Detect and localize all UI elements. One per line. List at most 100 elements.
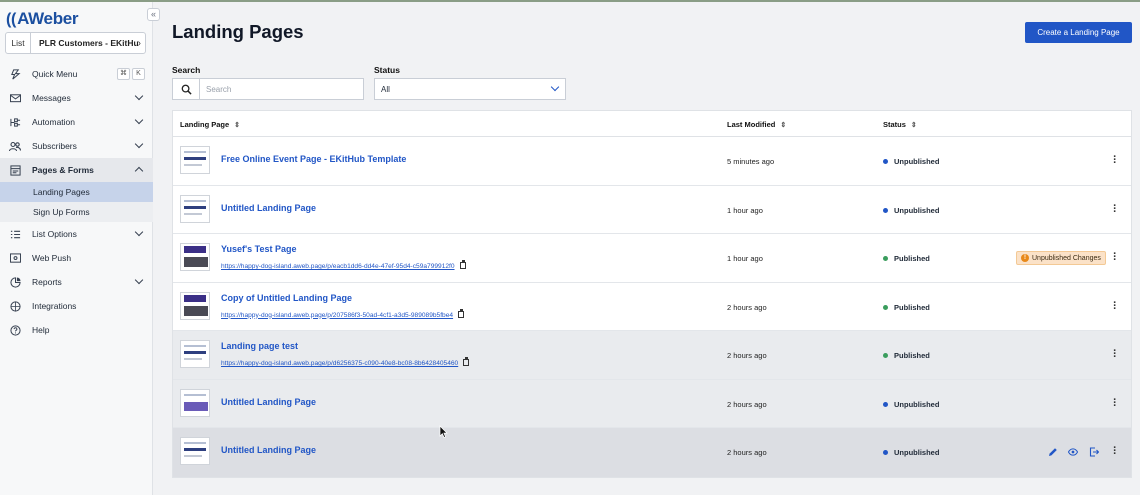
copy-icon[interactable] xyxy=(459,260,466,269)
page-thumbnail[interactable] xyxy=(180,194,210,223)
envelope-icon xyxy=(9,92,21,104)
sidebar-item-subscribers[interactable]: Subscribers xyxy=(0,134,153,158)
help-icon xyxy=(9,324,21,336)
preview-eye-icon[interactable] xyxy=(1068,447,1078,457)
status-indicator: Published xyxy=(883,351,930,360)
collapse-sidebar-icon[interactable]: « xyxy=(147,8,160,21)
table-row[interactable]: Free Online Event Page - EKitHub Templat… xyxy=(173,137,1131,186)
column-header-status[interactable]: Status ⇕ xyxy=(883,120,917,129)
page-thumbnail[interactable] xyxy=(180,340,210,368)
sidebar-item-help[interactable]: Help xyxy=(0,318,153,342)
status-indicator: Unpublished xyxy=(883,400,939,409)
sidebar-item-label: List Options xyxy=(32,229,77,239)
sidebar-item-quick-menu[interactable]: Quick Menu ⌘ K xyxy=(0,62,153,86)
last-modified: 2 hours ago xyxy=(727,302,767,312)
status-label: Status xyxy=(374,65,400,75)
more-options-icon[interactable]: · · · xyxy=(1113,346,1117,363)
command-key-icon: ⌘ xyxy=(117,68,130,80)
page-thumbnail[interactable] xyxy=(180,146,210,174)
mouse-cursor-icon xyxy=(439,425,448,438)
sidebar-item-label: Messages xyxy=(32,93,71,103)
more-options-icon[interactable]: · · · xyxy=(1113,394,1117,411)
publish-icon[interactable] xyxy=(1089,447,1099,457)
integrations-icon xyxy=(9,300,21,312)
page-thumbnail[interactable] xyxy=(180,243,210,271)
sort-icon: ⇕ xyxy=(780,122,787,129)
table-row[interactable]: Yusef's Test Page https://happy-dog-isla… xyxy=(173,234,1131,283)
sidebar-item-reports[interactable]: Reports xyxy=(0,270,153,294)
sidebar-item-list-options[interactable]: List Options xyxy=(0,222,153,246)
aweber-logo[interactable]: ((AWeber xyxy=(6,9,79,29)
table-row[interactable]: Untitled Landing Page 2 hours ago Unpubl… xyxy=(173,379,1131,428)
status-dot-icon xyxy=(883,256,888,261)
page-name-link[interactable]: Untitled Landing Page xyxy=(221,445,316,455)
status-indicator: Published xyxy=(883,254,930,263)
status-indicator: Unpublished xyxy=(883,157,939,166)
search-label: Search xyxy=(172,65,201,75)
page-thumbnail[interactable] xyxy=(180,388,210,417)
more-options-icon[interactable]: · · · xyxy=(1113,297,1117,314)
status-dot-icon xyxy=(883,207,888,213)
page-name-link[interactable]: Yusef's Test Page xyxy=(221,244,297,254)
table-row[interactable]: Untitled Landing Page 2 hours ago Unpubl… xyxy=(173,428,1131,477)
list-selector-label: List xyxy=(6,33,31,53)
status-dropdown[interactable]: All xyxy=(374,78,566,100)
column-header-landing-page[interactable]: Landing Page ⇕ xyxy=(180,120,240,129)
k-key-icon: K xyxy=(132,68,145,80)
sidebar-item-messages[interactable]: Messages xyxy=(0,86,153,110)
more-options-icon[interactable]: · · · xyxy=(1113,249,1117,266)
page-name-link[interactable]: Untitled Landing Page xyxy=(221,203,316,213)
warning-icon: ! xyxy=(1021,254,1029,262)
status-indicator: Unpublished xyxy=(883,448,939,457)
page-name-link[interactable]: Free Online Event Page - EKitHub Templat… xyxy=(221,154,406,164)
search-input[interactable] xyxy=(200,79,363,99)
status-dot-icon xyxy=(883,304,888,310)
page-url-link[interactable]: https://happy-dog-island.aweb.page/p/d62… xyxy=(221,357,470,367)
sidebar-item-web-push[interactable]: Web Push xyxy=(0,246,153,270)
sidebar-item-integrations[interactable]: Integrations xyxy=(0,294,153,318)
table-row[interactable]: Landing page test https://happy-dog-isla… xyxy=(173,331,1131,380)
page-thumbnail[interactable] xyxy=(180,437,210,465)
landing-pages-table: Landing Page ⇕ Last Modified ⇕ Status ⇕ Fre… xyxy=(172,110,1132,478)
sidebar-item-pages-forms[interactable]: Pages & Forms xyxy=(0,158,153,182)
chevron-down-icon xyxy=(134,91,144,101)
copy-icon[interactable] xyxy=(463,357,470,366)
page-url-link[interactable]: https://happy-dog-island.aweb.page/p/207… xyxy=(221,308,465,319)
sidebar-item-label: Web Push xyxy=(32,253,72,263)
sidebar-item-label: Integrations xyxy=(32,301,77,311)
create-landing-page-button[interactable]: Create a Landing Page xyxy=(1025,22,1132,43)
sidebar-subitem-sign-up-forms[interactable]: Sign Up Forms xyxy=(0,202,153,222)
sort-icon: ⇕ xyxy=(910,122,917,129)
page-name-link[interactable]: Copy of Untitled Landing Page xyxy=(221,293,352,303)
edit-icon[interactable] xyxy=(1048,447,1058,457)
page-thumbnail[interactable] xyxy=(180,291,210,320)
status-dot-icon xyxy=(883,401,888,407)
sidebar-subitem-landing-pages[interactable]: Landing Pages xyxy=(0,182,153,202)
sidebar-item-label: Pages & Forms xyxy=(32,165,94,175)
column-header-last-modified[interactable]: Last Modified ⇕ xyxy=(727,120,786,129)
chevron-down-icon xyxy=(134,227,144,237)
page-name-link[interactable]: Landing page test xyxy=(221,341,298,351)
last-modified: 2 hours ago xyxy=(727,399,767,409)
table-row[interactable]: Copy of Untitled Landing Page https://ha… xyxy=(173,283,1131,331)
more-options-icon[interactable]: · · · xyxy=(1113,200,1117,217)
last-modified: 1 hour ago xyxy=(727,205,763,215)
sidebar-item-automation[interactable]: Automation xyxy=(0,110,153,134)
page-url-link[interactable]: https://happy-dog-island.aweb.page/p/eac… xyxy=(221,260,466,270)
last-modified: 5 minutes ago xyxy=(727,157,775,166)
automation-icon xyxy=(9,116,21,128)
reports-icon xyxy=(9,276,21,288)
chevron-right-icon: › xyxy=(137,37,141,49)
sidebar-item-label: Automation xyxy=(32,117,75,127)
table-header: Landing Page ⇕ Last Modified ⇕ Status ⇕ xyxy=(173,111,1131,137)
list-selector[interactable]: List PLR Customers - EKitHu › xyxy=(5,32,146,54)
more-options-icon[interactable]: · · · xyxy=(1113,152,1117,169)
list-options-icon xyxy=(9,228,21,240)
status-dot-icon xyxy=(883,159,888,164)
search-icon[interactable] xyxy=(173,79,200,99)
page-name-link[interactable]: Untitled Landing Page xyxy=(221,397,316,407)
table-row[interactable]: Untitled Landing Page 1 hour ago Unpubli… xyxy=(173,186,1131,234)
more-options-icon[interactable]: · · · xyxy=(1113,443,1117,460)
lightning-icon xyxy=(9,68,21,80)
copy-icon[interactable] xyxy=(458,308,465,318)
